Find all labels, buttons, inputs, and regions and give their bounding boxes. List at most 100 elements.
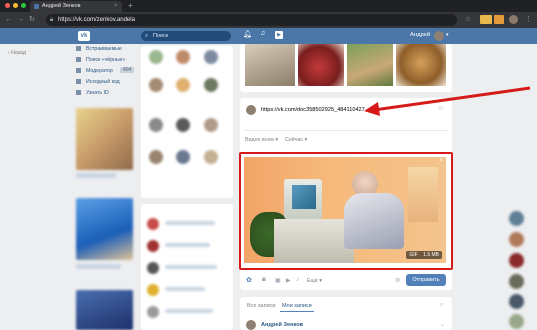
- active-tab-underline: [280, 311, 314, 312]
- community-avatar[interactable]: [147, 306, 159, 318]
- user-avatar[interactable]: [434, 31, 444, 41]
- star-icon[interactable]: ☆: [465, 14, 471, 26]
- friend-avatar[interactable]: [149, 118, 163, 132]
- grid-icon: [76, 68, 81, 73]
- friend-avatar[interactable]: [509, 294, 524, 309]
- friend-avatar[interactable]: [204, 50, 218, 64]
- friend-avatar[interactable]: [149, 78, 163, 92]
- community-name: [165, 265, 217, 269]
- close-icon[interactable]: ×: [439, 158, 443, 164]
- post-author-name[interactable]: Андрей Зенков: [261, 322, 303, 328]
- friends-block: [141, 46, 233, 198]
- friend-avatar[interactable]: [176, 150, 190, 164]
- back-arrow-icon[interactable]: ←: [5, 14, 12, 26]
- friend-avatar[interactable]: [509, 314, 524, 329]
- browser-tab[interactable]: Андрей Зенков ×: [30, 1, 122, 12]
- friend-avatar[interactable]: [509, 253, 524, 268]
- play-icon[interactable]: ▶: [275, 31, 283, 39]
- friend-avatar[interactable]: [176, 50, 190, 64]
- search-input[interactable]: ⌕ Поиск: [141, 31, 231, 41]
- community-avatar[interactable]: [147, 218, 159, 230]
- url-field[interactable]: 🔒︎ https://vk.com/zenkov.andela: [46, 14, 457, 26]
- menu-item-search-black[interactable]: Поиск «чёрных»: [86, 57, 125, 63]
- ad-caption: [76, 173, 116, 178]
- video-icon[interactable]: ▶: [286, 277, 291, 284]
- search-placeholder: Поиск: [153, 33, 169, 39]
- reload-icon[interactable]: ↻: [29, 14, 35, 26]
- friend-avatar[interactable]: [509, 211, 524, 226]
- settings-icon[interactable]: ⚙: [395, 277, 400, 284]
- forward-arrow-icon[interactable]: →: [17, 14, 24, 26]
- extension-icon[interactable]: [494, 15, 504, 24]
- door-image: [408, 167, 438, 222]
- photo-thumbnail[interactable]: [298, 44, 344, 86]
- community-name: [165, 221, 215, 225]
- community-avatar[interactable]: [147, 284, 159, 296]
- grid-icon: [76, 57, 81, 62]
- annotation-arrow: [364, 86, 531, 116]
- friend-avatar[interactable]: [149, 50, 163, 64]
- more-dropdown[interactable]: Ещё ▾: [307, 278, 322, 284]
- ad-image[interactable]: [76, 290, 133, 330]
- audio-icon[interactable]: ♪: [296, 277, 299, 283]
- menu-item-embedded[interactable]: Встраиваемые: [86, 46, 122, 52]
- chevron-down-icon[interactable]: ⌄: [440, 321, 445, 328]
- screen-image: [292, 185, 316, 209]
- friend-avatar[interactable]: [509, 274, 524, 289]
- post-author-avatar[interactable]: [246, 320, 256, 330]
- close-tab-icon[interactable]: ×: [114, 1, 117, 12]
- community-avatar[interactable]: [147, 240, 159, 252]
- friend-avatar[interactable]: [176, 78, 190, 92]
- visibility-dropdown[interactable]: Видно всем ▾: [245, 137, 278, 143]
- online-friends-list: [508, 208, 526, 330]
- extension-folder-icon[interactable]: [480, 15, 492, 24]
- gear-icon[interactable]: ✿: [246, 276, 252, 284]
- ad-image[interactable]: [76, 198, 133, 260]
- new-tab-button[interactable]: +: [128, 0, 133, 12]
- photo-thumbnail[interactable]: [245, 44, 295, 86]
- composer-text-field[interactable]: https://vk.com/doc358502925_484110427: [261, 107, 365, 113]
- send-button[interactable]: Отправить: [406, 274, 446, 286]
- vk-favicon-icon: [34, 4, 39, 9]
- community-name: [165, 287, 205, 291]
- friend-avatar[interactable]: [204, 118, 218, 132]
- photo-icon[interactable]: ▣: [275, 277, 281, 284]
- ad-caption: [76, 264, 121, 269]
- friend-avatar[interactable]: [509, 232, 524, 247]
- tab-my-posts[interactable]: Мои записи: [282, 303, 312, 309]
- time-dropdown[interactable]: Сейчас ▾: [285, 137, 307, 143]
- search-icon: ⌕: [145, 33, 149, 39]
- minimize-window-icon[interactable]: [13, 3, 18, 8]
- url-text: https://vk.com/zenkov.andela: [58, 17, 135, 23]
- friend-avatar[interactable]: [149, 150, 163, 164]
- gif-preview[interactable]: × GIF 1.5 MB: [244, 157, 446, 263]
- desk-image: [274, 219, 354, 263]
- music-icon[interactable]: ♫: [260, 30, 265, 37]
- profile-avatar[interactable]: [509, 15, 518, 24]
- vk-logo-icon[interactable]: vk: [78, 31, 90, 41]
- maximize-window-icon[interactable]: [21, 3, 26, 8]
- gif-type-label: GIF: [409, 252, 418, 258]
- menu-kebab-icon[interactable]: ⋮: [525, 14, 532, 26]
- search-icon[interactable]: ⌕: [440, 302, 443, 309]
- tab-all-posts[interactable]: Все записи: [247, 303, 275, 309]
- close-window-icon[interactable]: [5, 3, 10, 8]
- friend-avatar[interactable]: [204, 78, 218, 92]
- menu-item-source[interactable]: Исходный код: [86, 79, 120, 85]
- friend-avatar[interactable]: [204, 150, 218, 164]
- tab-title: Андрей Зенков: [42, 3, 81, 9]
- menu-item-moderator[interactable]: Модератор: [86, 68, 113, 74]
- moderator-badge: 404: [120, 67, 135, 73]
- ad-image[interactable]: [76, 108, 133, 170]
- camera-icon[interactable]: ◙: [262, 277, 266, 283]
- bell-icon[interactable]: 🔔︎: [243, 30, 252, 38]
- community-avatar[interactable]: [147, 262, 159, 274]
- lock-icon: 🔒︎: [50, 17, 54, 23]
- back-link[interactable]: ‹ Назад: [8, 50, 26, 56]
- chevron-down-icon[interactable]: ▾: [446, 32, 449, 38]
- user-name[interactable]: Андрей: [410, 32, 430, 38]
- gif-size-label: 1.5 MB: [423, 252, 439, 258]
- gif-size-badge: GIF 1.5 MB: [406, 251, 442, 259]
- friend-avatar[interactable]: [176, 118, 190, 132]
- menu-item-find-id[interactable]: Узнать ID: [86, 90, 109, 96]
